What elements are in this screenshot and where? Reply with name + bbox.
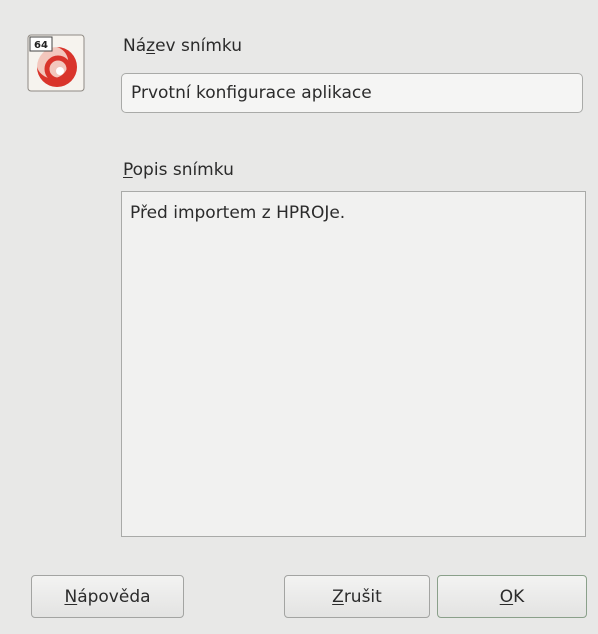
snapshot-description-textarea[interactable]: Před importem z HPROJe. [121,191,586,537]
snapshot-name-input[interactable] [121,73,583,113]
svg-text:64: 64 [34,40,48,51]
help-button[interactable]: Nápověda [31,575,184,618]
snapshot-description-label: Popis snímku [123,160,234,180]
cancel-button[interactable]: Zrušit [284,575,430,618]
app-logo-icon: 64 [27,34,85,92]
ok-button[interactable]: OK [437,575,587,618]
snapshot-name-label: Název snímku [123,36,243,56]
